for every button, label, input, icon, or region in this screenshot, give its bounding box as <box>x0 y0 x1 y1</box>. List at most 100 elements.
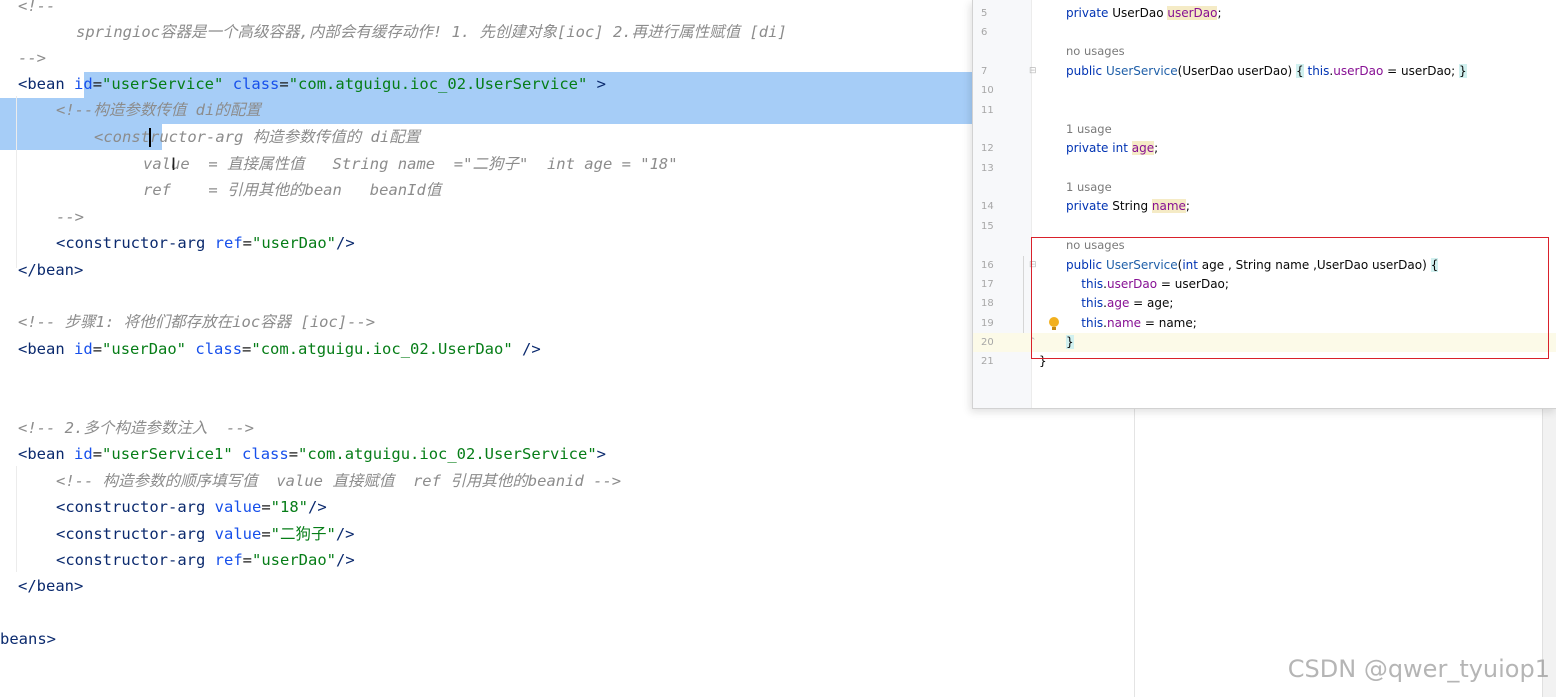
code-line: 7 ⊟ public UserService(UserDao userDao) { … <box>973 62 1556 81</box>
xml-line: value = 直接属性值 String name ="二狗子" int age… <box>143 151 678 177</box>
watermark: CSDN @qwer_tyuiop1 <box>1287 655 1550 683</box>
highlight-box <box>1031 237 1549 359</box>
xml-attr-name: id <box>74 75 93 93</box>
usage-hint-line: 1 usage <box>973 178 1556 197</box>
xml-attr-value: "userService" <box>102 75 224 93</box>
xml-editor[interactable]: <!-- springioc容器是一个高级容器,内部会有缓存动作! 1. 先创建… <box>0 0 1134 697</box>
line-number: 6 <box>981 27 988 38</box>
xml-tag: <constructor-arg <box>56 234 206 252</box>
xml-tag: <bean <box>18 340 65 358</box>
xml-tag: /> <box>336 551 355 569</box>
xml-line: springioc容器是一个高级容器,内部会有缓存动作! 1. 先创建对象[io… <box>48 19 787 45</box>
java-code: private String name; <box>1066 199 1190 213</box>
xml-line: <constructor-arg ref="userDao"/> <box>56 234 355 252</box>
xml-line: <!-- 构造参数的顺序填写值 value 直接赋值 ref 引用其他的bean… <box>56 468 621 494</box>
xml-line: <constructor-arg value="二狗子"/> <box>56 525 355 543</box>
java-code: public UserService(UserDao userDao) { th… <box>1066 64 1467 78</box>
xml-comment: ref = 引用其他的bean beanId值 <box>143 181 442 199</box>
xml-attr-value: "userDao" <box>252 234 336 252</box>
xml-comment: --> <box>56 208 84 226</box>
xml-tag: <constructor-arg <box>56 498 206 516</box>
xml-attr-name: class <box>242 445 289 463</box>
xml-line: </bean> <box>18 573 83 599</box>
xml-attr-name: id <box>74 445 93 463</box>
xml-comment: <const <box>94 128 150 146</box>
xml-line: <!-- 2.多个构造参数注入 --> <box>18 415 254 441</box>
line-number: 14 <box>981 201 994 212</box>
xml-attr-value: "userService1" <box>102 445 233 463</box>
line-number: 19 <box>981 318 994 329</box>
xml-tag: <constructor-arg <box>56 551 206 569</box>
line-number: 10 <box>981 85 994 96</box>
xml-tag: /> <box>336 234 355 252</box>
line-number: 17 <box>981 279 994 290</box>
xml-attr-value: "com.atguigu.ioc_02.UserService" <box>288 75 588 93</box>
line-number: 21 <box>981 356 994 367</box>
xml-attr-value: "com.atguigu.ioc_02.UserDao" <box>251 340 513 358</box>
xml-attr-value: "18" <box>270 498 308 516</box>
xml-comment: <!--构造参数传值 di的配置 <box>56 101 261 119</box>
usage-hint: 1 usage <box>1066 180 1112 194</box>
xml-attr-name: value <box>214 525 262 543</box>
xml-line: <!-- <box>18 0 55 19</box>
xml-comment: <!-- <box>18 0 56 15</box>
xml-line: </bean> <box>18 257 83 283</box>
xml-comment: <!-- 构造参数的顺序填写值 value 直接赋值 ref 引用其他的bean… <box>56 472 622 490</box>
xml-line: <bean id="userDao" class="com.atguigu.io… <box>18 340 541 358</box>
code-line: 14 private String name; <box>973 197 1556 216</box>
xml-tag: <constructor-arg <box>56 525 206 543</box>
line-number: 20 <box>981 337 994 348</box>
xml-line: <bean id="userService1" class="com.atgui… <box>18 445 607 463</box>
usage-hint-line: no usages <box>973 42 1556 61</box>
xml-tag: <bean <box>18 75 65 93</box>
line-number: 16 <box>981 260 994 271</box>
xml-attr-name: ref <box>214 551 243 569</box>
xml-comment: ructor-arg 构造参数传值的 di配置 <box>150 128 421 146</box>
line-number: 15 <box>981 221 994 232</box>
xml-comment: <!-- 步骤1: 将他们都存放在ioc容器 [ioc]--> <box>18 313 376 331</box>
xml-attr-value: "com.atguigu.ioc_02.UserService" <box>298 445 597 463</box>
line-number: 7 <box>981 66 988 77</box>
xml-tag: /> <box>335 525 355 543</box>
xml-line: --> <box>56 204 84 230</box>
line-number: 12 <box>981 143 994 154</box>
java-code-popup[interactable]: 5 private UserDao userDao; 6 no usages 7 ⊟ pub… <box>972 0 1556 409</box>
xml-tag: beans> <box>0 630 56 648</box>
xml-line: beans> <box>0 626 56 652</box>
indent-guide <box>16 466 17 572</box>
line-number: 18 <box>981 298 994 309</box>
xml-line: <constructor-arg ref="userDao"/> <box>56 551 355 569</box>
xml-tag: </bean> <box>18 261 84 279</box>
fold-icon: ⊟ <box>1029 66 1037 76</box>
xml-line: <constructor-arg 构造参数传值的 di配置 <box>94 124 420 150</box>
vertical-scrollbar[interactable] <box>1542 405 1556 697</box>
xml-attr-name: ref <box>214 234 243 252</box>
xml-line: --> <box>18 45 46 71</box>
xml-attr-name: class <box>195 340 243 358</box>
java-code: private int age; <box>1066 141 1159 155</box>
java-code: private UserDao userDao; <box>1066 6 1222 20</box>
usage-hint-line: 1 usage <box>973 120 1556 139</box>
xml-line: ref = 引用其他的bean beanId值 <box>143 177 441 203</box>
line-number: 13 <box>981 163 994 174</box>
text-cursor-icon: I <box>171 155 177 175</box>
code-line: 11 <box>973 101 1556 120</box>
xml-attr-value: "userDao" <box>102 340 187 358</box>
xml-comment: springioc容器是一个高级容器,内部会有缓存动作! 1. 先创建对象[io… <box>48 23 787 41</box>
xml-comment: value = 直接属性值 String name ="二狗子" int age… <box>143 155 678 173</box>
xml-tag: > <box>596 445 607 463</box>
xml-line: <constructor-arg value="18"/> <box>56 498 327 516</box>
xml-line: <!--构造参数传值 di的配置 <box>56 97 261 123</box>
usage-hint: 1 usage <box>1066 122 1112 136</box>
code-line: 10 <box>973 81 1556 100</box>
code-line: 13 <box>973 159 1556 178</box>
xml-tag: /> <box>512 340 541 358</box>
usage-hint: no usages <box>1066 44 1125 58</box>
code-line: 6 <box>973 23 1556 42</box>
xml-tag: <bean <box>18 445 65 463</box>
xml-attr-name: id <box>74 340 93 358</box>
code-line: 12 private int age; <box>973 139 1556 158</box>
code-line: 5 private UserDao userDao; <box>973 4 1556 23</box>
xml-line: <bean id="userService" class="com.atguig… <box>18 75 607 93</box>
xml-comment: --> <box>18 49 46 67</box>
